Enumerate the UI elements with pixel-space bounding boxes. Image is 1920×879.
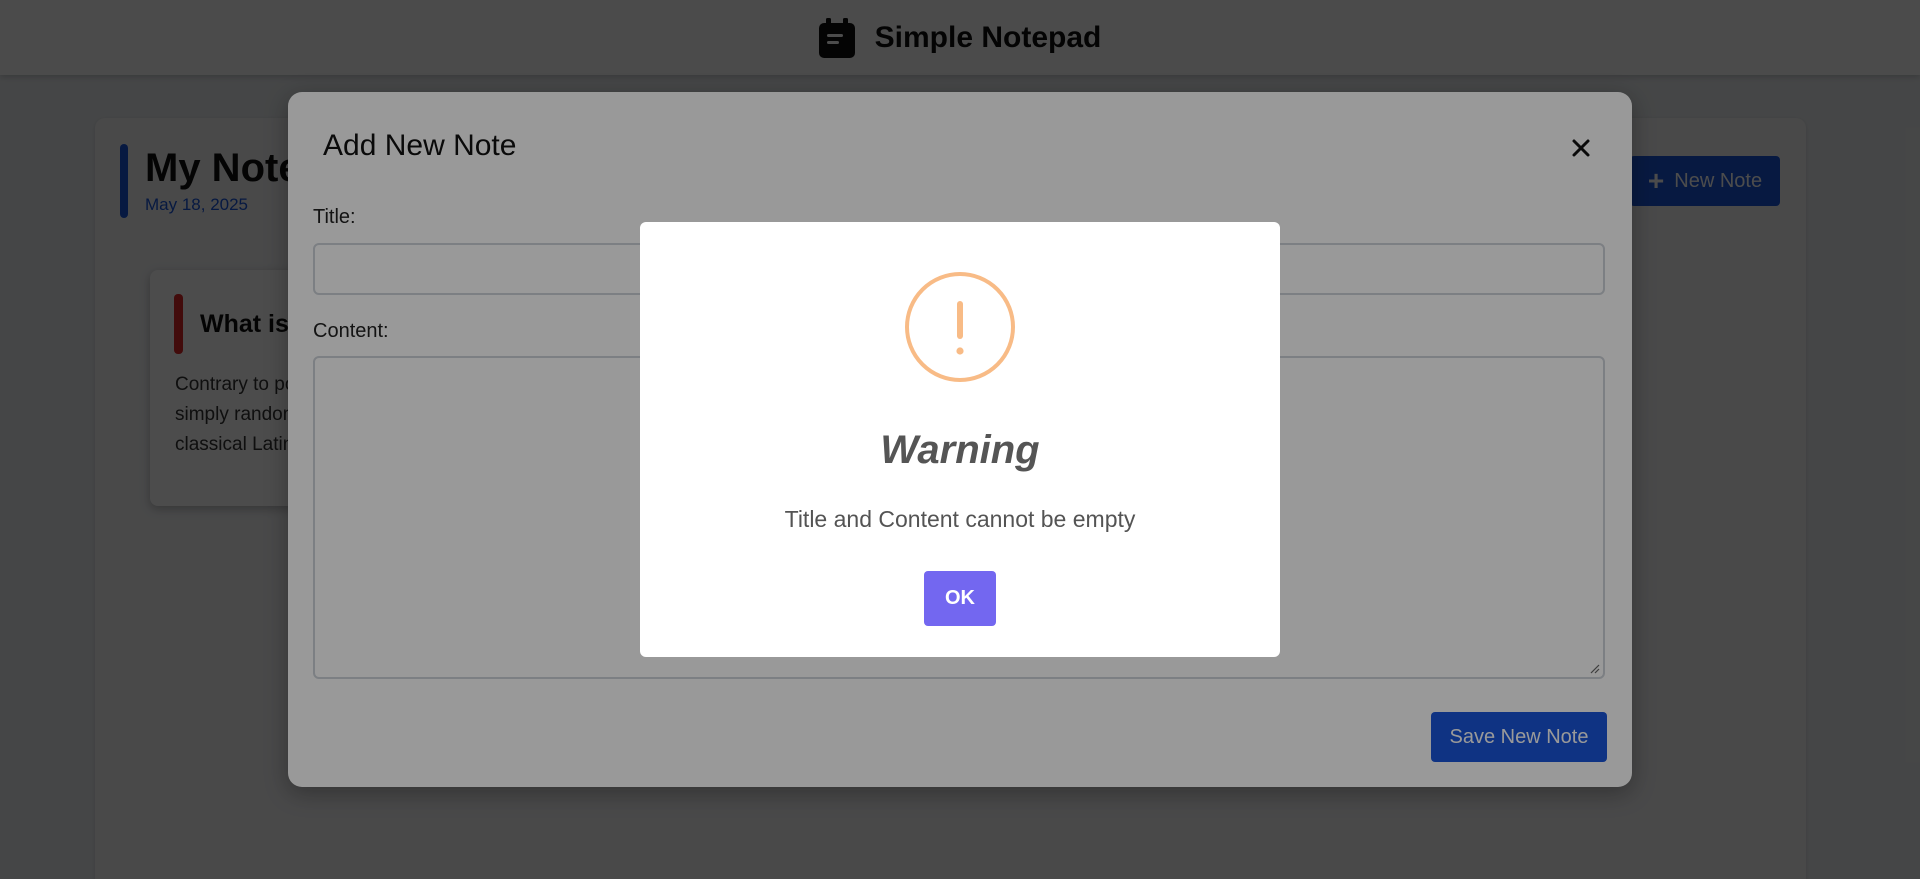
warning-icon [905, 272, 1015, 382]
warning-dialog: Warning Title and Content cannot be empt… [640, 222, 1280, 657]
alert-message: Title and Content cannot be empty [784, 506, 1136, 532]
ok-button[interactable]: OK [924, 571, 996, 626]
alert-title: Warning [880, 428, 1040, 472]
